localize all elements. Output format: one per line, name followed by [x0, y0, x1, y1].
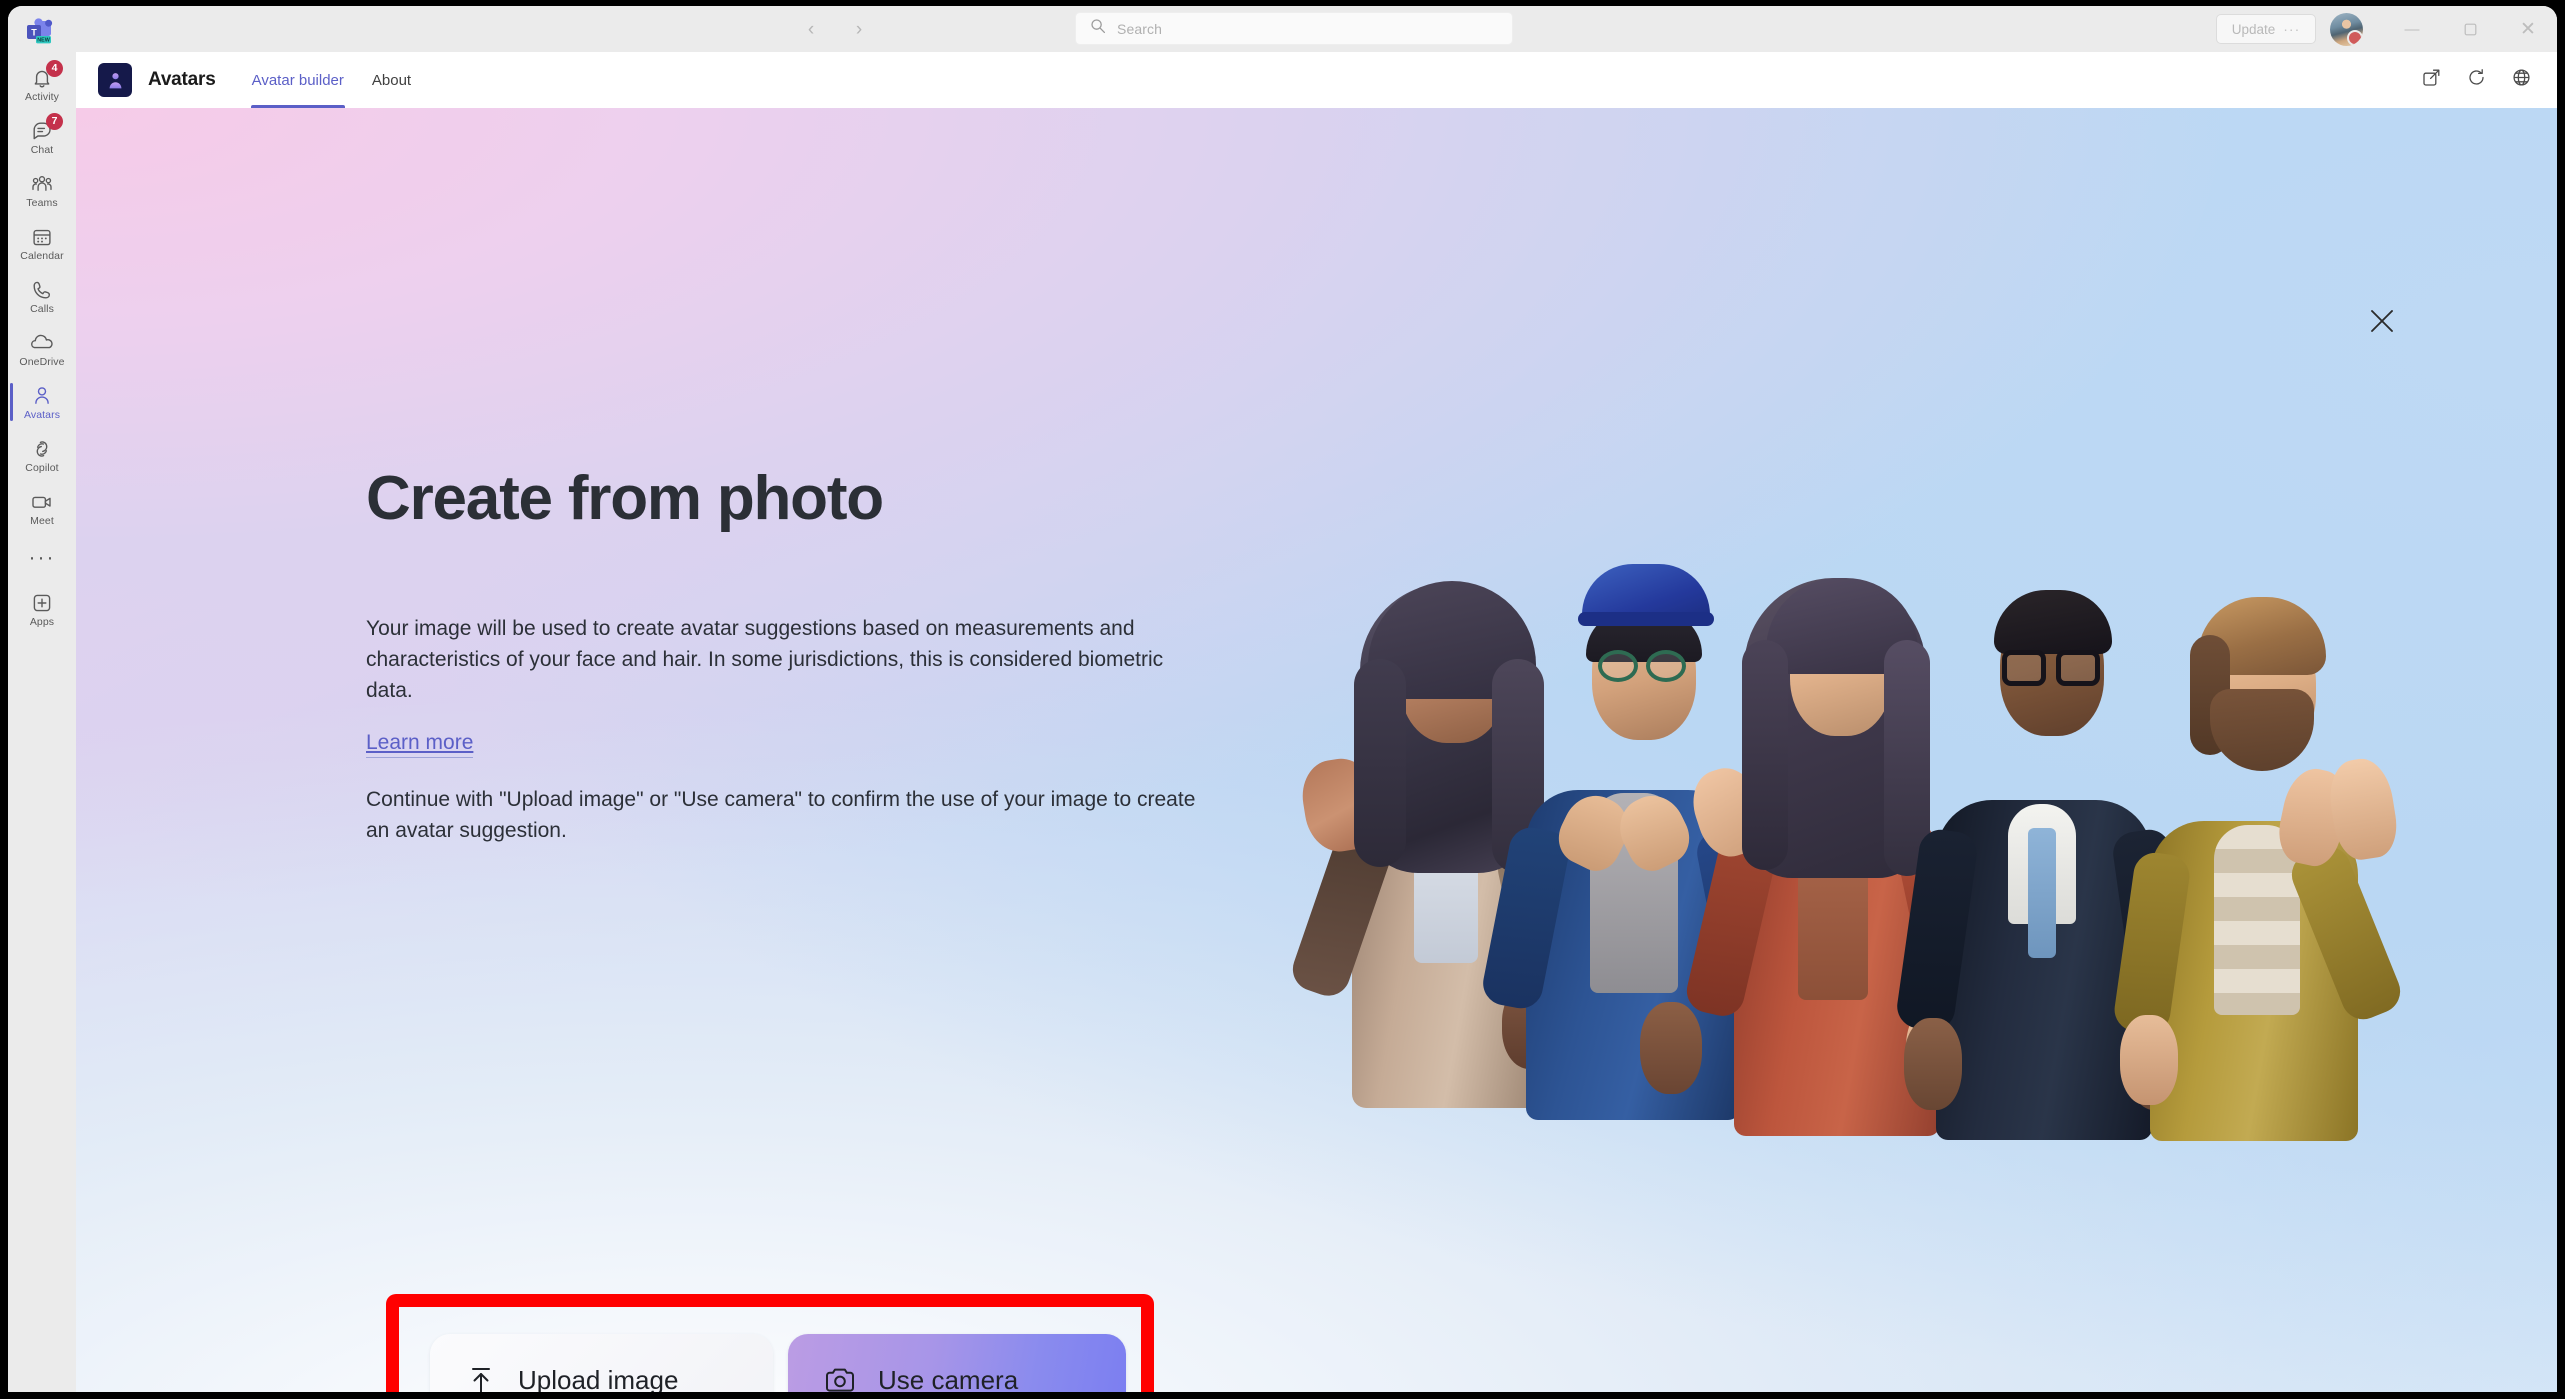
app-header: Avatars Avatar builder About [76, 52, 2557, 108]
avatar-group-illustration [1286, 528, 2496, 1178]
close-window-button[interactable]: ✕ [2499, 6, 2557, 52]
upload-image-label: Upload image [518, 1364, 679, 1393]
sidebar-item-chat[interactable]: 7 Chat [8, 111, 76, 164]
tab-about[interactable]: About [358, 52, 425, 108]
sidebar-item-label: Teams [26, 196, 58, 209]
upload-image-button[interactable]: Upload image [430, 1334, 773, 1392]
chat-badge: 7 [46, 112, 63, 130]
close-icon[interactable] [2357, 296, 2407, 346]
sidebar-item-label: OneDrive [19, 355, 65, 368]
minimize-button[interactable]: — [2383, 6, 2441, 52]
sidebar-item-avatars[interactable]: Avatars [8, 376, 76, 429]
teams-app-window: ‹ › Search Update ··· — ✕ T NEW 4 Activi… [8, 6, 2557, 1392]
copy-block: Create from photo Your image will be use… [366, 466, 1266, 846]
calendar-icon [30, 226, 54, 248]
sidebar-item-copilot[interactable]: Copilot [8, 429, 76, 482]
app-header-icons [2422, 68, 2557, 92]
page-title: Avatars [148, 69, 216, 90]
svg-text:NEW: NEW [37, 38, 50, 44]
sidebar-item-calls[interactable]: Calls [8, 270, 76, 323]
use-camera-label: Use camera [878, 1364, 1019, 1393]
sidebar-item-label: Avatars [23, 408, 61, 421]
learn-more-link[interactable]: Learn more [366, 731, 474, 759]
body-paragraph-1: Your image will be used to create avatar… [366, 617, 1164, 703]
use-camera-button[interactable]: Use camera [788, 1334, 1126, 1392]
tab-label: About [371, 71, 412, 89]
teams-icon [30, 173, 54, 195]
avatar-bearded-man [2106, 563, 2446, 1153]
body-paragraph-2: Continue with "Upload image" or "Use cam… [366, 788, 1196, 843]
chat-icon: 7 [30, 112, 63, 142]
search-icon [1090, 18, 1106, 39]
person-icon [30, 385, 54, 407]
action-buttons: Upload image Use camera [430, 1334, 1126, 1392]
svg-text:T: T [31, 28, 37, 38]
back-button[interactable]: ‹ [798, 16, 824, 42]
sidebar-item-calendar[interactable]: Calendar [8, 217, 76, 270]
bell-icon: 4 [30, 59, 63, 89]
avatar-builder-content: Create from photo Your image will be use… [76, 108, 2557, 1392]
nav-arrows: ‹ › [798, 16, 872, 42]
window-controls-area: Update ··· — ✕ [2216, 6, 2557, 52]
open-in-new-icon[interactable] [2422, 68, 2441, 92]
upload-arrow-icon [466, 1364, 496, 1392]
sidebar-item-label: Copilot [25, 461, 59, 474]
sidebar-item-teams[interactable]: Teams [8, 164, 76, 217]
sidebar-item-label: Calls [30, 302, 54, 315]
teams-logo-icon: T NEW [8, 12, 76, 52]
sidebar-item-label: Meet [30, 514, 54, 527]
sidebar-item-meet[interactable]: Meet [8, 482, 76, 535]
avatars-app-icon [98, 63, 132, 97]
camera-icon [824, 1366, 856, 1392]
sidebar-item-label: Calendar [20, 249, 64, 262]
copilot-icon [30, 438, 54, 460]
sidebar-item-activity[interactable]: 4 Activity [8, 58, 76, 111]
activity-badge: 4 [46, 59, 63, 77]
app-rail: T NEW 4 Activity 7 Chat Teams Calendar C… [8, 18, 76, 1392]
maximize-button[interactable] [2441, 6, 2499, 52]
phone-icon [30, 279, 54, 301]
search-placeholder: Search [1117, 20, 1162, 37]
title-bar: ‹ › Search Update ··· — ✕ [8, 6, 2557, 52]
sidebar-item-onedrive[interactable]: OneDrive [8, 323, 76, 376]
update-overflow-icon[interactable]: ··· [2283, 21, 2300, 37]
forward-button[interactable]: › [846, 16, 872, 42]
tab-label: Avatar builder [251, 71, 344, 89]
update-label: Update [2231, 21, 2276, 37]
headline: Create from photo [366, 464, 884, 533]
tab-avatar-builder[interactable]: Avatar builder [238, 52, 358, 108]
sidebar-item-label: Chat [30, 143, 54, 156]
sidebar-item-apps[interactable]: Apps [8, 583, 76, 636]
sidebar-item-label: Apps [29, 615, 55, 628]
cloud-icon [30, 332, 54, 354]
update-button[interactable]: Update ··· [2216, 14, 2316, 44]
globe-icon[interactable] [2512, 68, 2531, 92]
search-bar[interactable]: Search [1075, 12, 1513, 45]
refresh-icon[interactable] [2467, 68, 2486, 92]
sidebar-item-label: Activity [24, 90, 60, 103]
user-avatar[interactable] [2330, 12, 2363, 46]
video-camera-icon [30, 491, 54, 513]
sidebar-more-button[interactable]: ··· [8, 535, 76, 581]
app-tabs: Avatar builder About [238, 52, 425, 108]
add-apps-icon [30, 592, 54, 614]
